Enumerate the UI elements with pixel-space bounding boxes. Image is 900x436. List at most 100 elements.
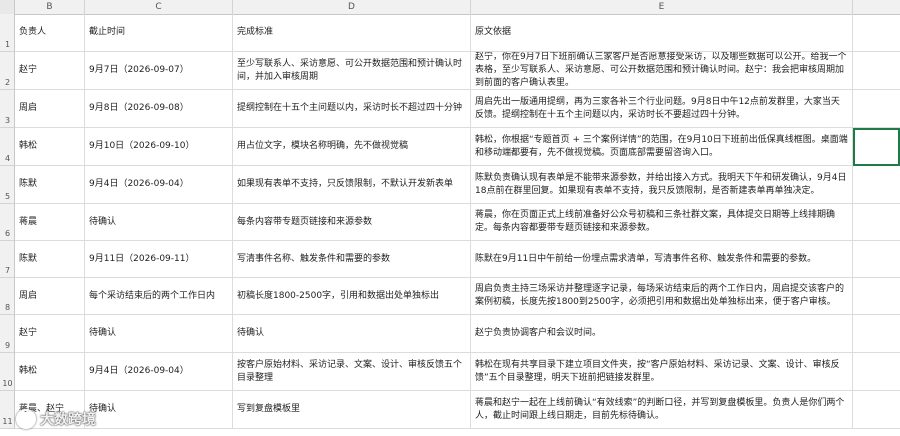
spreadsheet-grid: B C D E 1 负责人 截止时间 完成标准 原文依据 2 赵宁 9月7日（2026-09-… — [0, 0, 900, 436]
row-number[interactable]: 4 — [0, 128, 15, 166]
basis-cell[interactable]: 赵宁负责协调客户和会议时间。 — [471, 315, 853, 353]
standard-cell[interactable]: 待确认 — [233, 315, 471, 353]
empty-cell-f[interactable] — [853, 241, 900, 278]
cell-text: 9月8日（2026-09-08） — [89, 103, 189, 113]
select-all-corner[interactable] — [0, 0, 15, 14]
basis-cell[interactable]: 周启先出一版通用提纲，再为三家各补三个行业问题。9月8日中午12点前发群里，大家… — [471, 90, 853, 128]
cell-text: 原文依据 — [475, 27, 512, 37]
row-number-label: 11 — [2, 417, 13, 426]
watermark-logo-icon — [16, 409, 36, 429]
row-number[interactable]: 9 — [0, 315, 15, 353]
standard-cell[interactable]: 写清事件名称、触发条件和需要的参数 — [233, 241, 471, 278]
owner-cell[interactable]: 周启 — [15, 278, 85, 315]
standard-cell[interactable]: 至少写联系人、采访意愿、可公开数据范围和预计确认时间，并加入审核周期 — [233, 52, 471, 90]
selected-cell-f4[interactable] — [853, 128, 900, 166]
column-header-d[interactable]: D — [233, 0, 471, 14]
column-header-e[interactable]: E — [471, 0, 853, 14]
row-number[interactable]: 2 — [0, 52, 15, 90]
header-basis-cell[interactable]: 原文依据 — [471, 14, 853, 52]
empty-cell-f[interactable] — [853, 204, 900, 241]
cell-text: 陈默在9月11日中午前给一份埋点需求清单，写清事件名称、触发条件和需要的参数。 — [475, 253, 817, 264]
cell-text: 周启 — [19, 290, 38, 301]
standard-cell[interactable]: 用占位文字，模块名称明确，先不做视觉稿 — [233, 128, 471, 166]
deadline-cell[interactable]: 每个采访结束后的两个工作日内 — [85, 278, 233, 315]
basis-cell[interactable]: 陈默负责确认现有表单是不能带来源参数，并给出接入方式。我明天下午和研发确认，9月… — [471, 166, 853, 204]
row-number[interactable]: 11 — [0, 391, 15, 429]
owner-cell[interactable]: 韩松 — [15, 353, 85, 391]
standard-cell[interactable]: 提纲控制在十五个主问题以内，采访时长不超过四十分钟 — [233, 90, 471, 128]
row-number[interactable]: 10 — [0, 353, 15, 391]
owner-cell[interactable]: 陈默 — [15, 166, 85, 204]
basis-cell[interactable]: 韩松，你根据“专题首页 + 三个案例详情”的范围，在9月10日下班前出低保真线框… — [471, 128, 853, 166]
cell-text: 完成标准 — [237, 27, 274, 37]
cell-text: 韩松 — [19, 141, 38, 151]
deadline-cell[interactable]: 9月4日（2026-09-04） — [85, 353, 233, 391]
owner-cell[interactable]: 陈默 — [15, 241, 85, 278]
basis-cell[interactable]: 蒋晨和赵宁一起在上线前确认“有效线索”的判断口径，并写到复盘模板里。负责人是你们… — [471, 391, 853, 429]
row-number[interactable]: 5 — [0, 166, 15, 204]
basis-cell[interactable]: 赵宁，你在9月7日下班前确认三家客户是否愿意接受采访，以及哪些数据可以公开。给我… — [471, 52, 853, 90]
empty-cell-f[interactable] — [853, 391, 900, 429]
deadline-cell[interactable]: 9月8日（2026-09-08） — [85, 90, 233, 128]
column-header-f[interactable] — [853, 0, 900, 14]
owner-cell[interactable]: 赵宁 — [15, 315, 85, 353]
standard-cell[interactable]: 按客户原始材料、采访记录、文案、设计、审核反馈五个目录整理 — [233, 353, 471, 391]
deadline-cell[interactable]: 9月4日（2026-09-04） — [85, 166, 233, 204]
cell-text: 周启负责主持三场采访并整理逐字记录，每场采访结束后的两个工作日内，周启提交该客户… — [475, 284, 845, 307]
cell-text: 待确认 — [237, 328, 265, 338]
row-number[interactable]: 7 — [0, 241, 15, 278]
cell-text: 陈默 — [19, 253, 38, 264]
empty-cell-f[interactable] — [853, 353, 900, 391]
row-number-label: 1 — [4, 40, 11, 49]
header-standard-cell[interactable]: 完成标准 — [233, 14, 471, 52]
cell-text: 截止时间 — [89, 27, 126, 37]
cell-text: 待确认 — [89, 328, 117, 338]
standard-cell[interactable]: 初稿长度1800-2500字，引用和数据出处单独标出 — [233, 278, 471, 315]
header-row: 1 负责人 截止时间 完成标准 原文依据 — [0, 14, 900, 52]
cell-text: 初稿长度1800-2500字，引用和数据出处单独标出 — [237, 290, 440, 301]
empty-cell-f[interactable] — [853, 166, 900, 204]
deadline-cell[interactable]: 9月7日（2026-09-07） — [85, 52, 233, 90]
owner-cell[interactable]: 韩松 — [15, 128, 85, 166]
table-row: 10 韩松 9月4日（2026-09-04） 按客户原始材料、采访记录、文案、设计、审… — [0, 353, 900, 391]
basis-cell[interactable]: 陈默在9月11日中午前给一份埋点需求清单，写清事件名称、触发条件和需要的参数。 — [471, 241, 853, 278]
row-number[interactable]: 3 — [0, 90, 15, 128]
basis-cell[interactable]: 蒋晨，你在页面正式上线前准备好公众号初稿和三条社群文案，具体提交日期等上线排期确… — [471, 204, 853, 241]
row-number[interactable]: 6 — [0, 204, 15, 241]
table-row: 8 周启 每个采访结束后的两个工作日内 初稿长度1800-2500字，引用和数据出处单… — [0, 278, 900, 315]
header-owner-cell[interactable]: 负责人 — [15, 14, 85, 52]
cell-text: 陈默 — [19, 179, 38, 189]
column-header-b[interactable]: B — [15, 0, 85, 14]
cell-text: 周启先出一版通用提纲，再为三家各补三个行业问题。9月8日中午12点前发群里，大家… — [475, 96, 840, 120]
owner-cell[interactable]: 赵宁 — [15, 52, 85, 90]
deadline-cell[interactable]: 9月11日（2026-09-11） — [85, 241, 233, 278]
deadline-cell[interactable]: 待确认 — [85, 391, 233, 429]
basis-cell[interactable]: 韩松在现有共享目录下建立项目文件夹，按“客户原始材料、采访记录、文案、设计、审核… — [471, 353, 853, 391]
deadline-cell[interactable]: 待确认 — [85, 315, 233, 353]
owner-cell[interactable]: 周启 — [15, 90, 85, 128]
row-number-label: 6 — [4, 229, 11, 238]
table-row: 9 赵宁 待确认 待确认 赵宁负责协调客户和会议时间。 — [0, 315, 900, 353]
cell-text: 写清事件名称、触发条件和需要的参数 — [237, 253, 391, 264]
row-number[interactable]: 1 — [0, 14, 15, 52]
basis-cell[interactable]: 周启负责主持三场采访并整理逐字记录，每场采访结束后的两个工作日内，周启提交该客户… — [471, 278, 853, 315]
empty-cell-f[interactable] — [853, 14, 900, 52]
standard-cell[interactable]: 如果现有表单不支持，只反馈限制，不默认开发新表单 — [233, 166, 471, 204]
deadline-cell[interactable]: 待确认 — [85, 204, 233, 241]
row-number[interactable]: 8 — [0, 278, 15, 315]
cell-text: 赵宁 — [19, 328, 38, 338]
row-number-label: 5 — [4, 192, 11, 201]
deadline-cell[interactable]: 9月10日（2026-09-10） — [85, 128, 233, 166]
empty-cell-f[interactable] — [853, 278, 900, 315]
empty-cell-f[interactable] — [853, 315, 900, 353]
empty-cell-f[interactable] — [853, 90, 900, 128]
row-number-label: 8 — [4, 303, 11, 312]
table-row: 3 周启 9月8日（2026-09-08） 提纲控制在十五个主问题以内，采访时长不超过… — [0, 90, 900, 128]
empty-cell-f[interactable] — [853, 52, 900, 90]
column-header-c[interactable]: C — [85, 0, 233, 14]
standard-cell[interactable]: 写到复盘模板里 — [233, 391, 471, 429]
header-deadline-cell[interactable]: 截止时间 — [85, 14, 233, 52]
owner-cell[interactable]: 蒋晨 — [15, 204, 85, 241]
standard-cell[interactable]: 每条内容带专题页链接和来源参数 — [233, 204, 471, 241]
cell-text: 周启 — [19, 103, 38, 113]
